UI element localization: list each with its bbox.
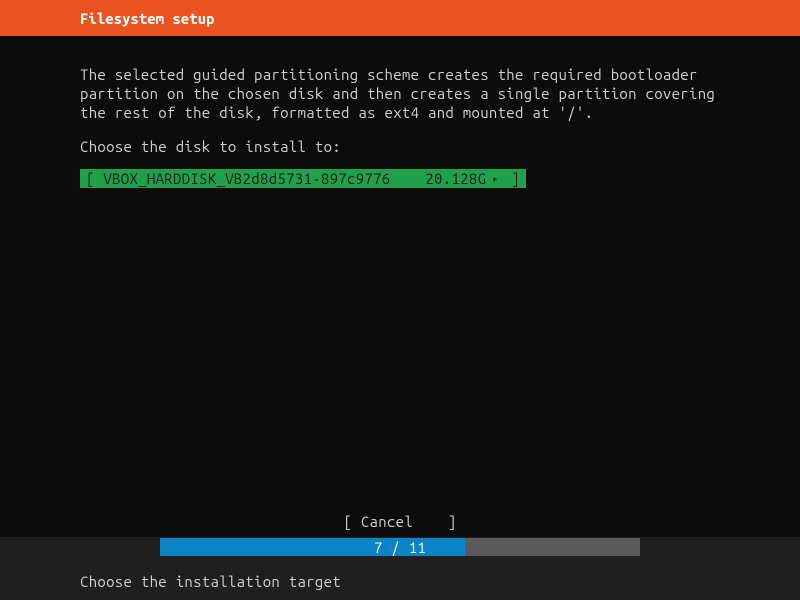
footer-hint: Choose the installation target: [80, 573, 341, 590]
chevron-right-icon: ▸: [492, 173, 498, 185]
header-bar: Filesystem setup: [0, 0, 800, 36]
disk-spacer: [391, 170, 426, 187]
progress-text: 7 / 11: [374, 539, 426, 556]
disk-size: 20.128G: [425, 170, 486, 187]
bracket-close: ]: [503, 170, 520, 187]
choose-disk-prompt: Choose the disk to install to:: [80, 138, 720, 155]
disk-name: VBOX_HARDDISK_VB2d8d5731-897c9776: [103, 170, 390, 187]
main-content: The selected guided partitioning scheme …: [0, 36, 800, 188]
progress-bar: 7 / 11: [160, 538, 640, 556]
page-title: Filesystem setup: [80, 10, 214, 27]
bracket-open: [: [86, 170, 103, 187]
cancel-button[interactable]: [ Cancel ]: [343, 513, 456, 530]
cancel-row: [ Cancel ]: [0, 513, 800, 530]
description-text: The selected guided partitioning scheme …: [80, 66, 720, 122]
disk-option[interactable]: [ VBOX_HARDDISK_VB2d8d5731-897c9776 20.1…: [80, 169, 526, 188]
